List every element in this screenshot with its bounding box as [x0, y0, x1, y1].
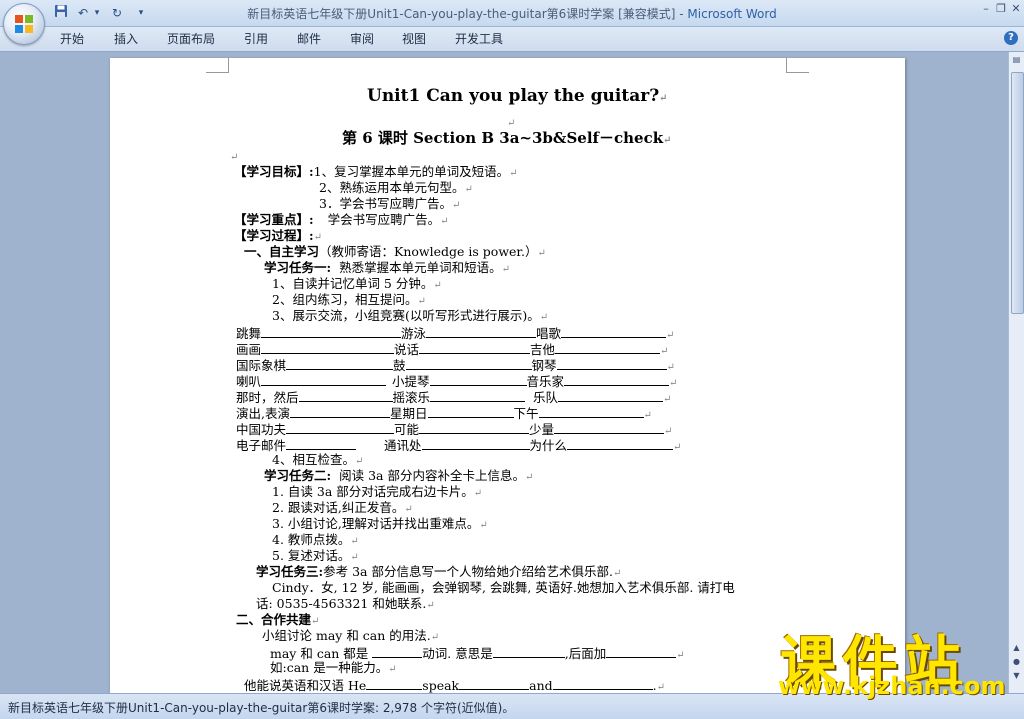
tab-insert[interactable]: 插入 [114, 31, 138, 47]
section2-line: 如:can 是一种能力。 [270, 660, 389, 675]
task3-paragraph: 话: 0535-4563321 和她联系. [256, 596, 427, 611]
task1-step: 1、自读并记忆单词 5 分钟。 [272, 276, 434, 291]
help-icon[interactable]: ? [1004, 31, 1018, 45]
document-name: 新目标英语七年级下册Unit1-Can-you-play-the-guitar第… [247, 7, 676, 21]
goals-label: 【学习目标】: [234, 164, 314, 179]
crop-mark-right [786, 58, 809, 73]
task1-text: 熟悉掌握本单元单词和短语。 [339, 260, 502, 275]
tab-view[interactable]: 视图 [402, 31, 426, 47]
tab-home[interactable]: 开始 [60, 31, 84, 47]
window-title: 新目标英语七年级下册Unit1-Can-you-play-the-guitar第… [247, 7, 777, 21]
task3-text: 参考 3a 部分信息写一个人物给她介绍给艺术俱乐部. [323, 564, 613, 579]
section1-note: （教师寄语：Knowledge is power.） [319, 244, 538, 259]
document-page[interactable]: Unit1 Can you play the guitar?↵ ↵ 第 6 课时… [110, 58, 905, 693]
ribbon-tabs: 开始 插入 页面布局 引用 邮件 审阅 视图 开发工具 ? [0, 27, 1024, 52]
task3-paragraph: Cindy．女, 12 岁, 能画画，会弹钢琴, 会跳舞, 英语好.她想加入艺术… [272, 580, 735, 595]
kjzhan-logo: 课件站 www.kjzhan.com [778, 631, 1006, 700]
task2-step: 1. 自读 3a 部分对话完成右边卡片。 [272, 484, 474, 499]
process-label: 【学习过程】: [234, 228, 314, 243]
minimize-icon[interactable]: – [978, 2, 994, 16]
task2-text: 阅读 3a 部分内容补全卡上信息。 [339, 468, 525, 483]
tab-developer[interactable]: 开发工具 [455, 31, 503, 47]
task2-step: 5. 复述对话。 [272, 548, 351, 563]
focus-text: 学会书写应聘广告。 [327, 212, 441, 227]
task2-step: 3. 小组讨论,理解对话并找出重难点。 [272, 516, 480, 531]
office-logo-icon [15, 15, 33, 33]
crop-mark-left [206, 58, 229, 73]
status-text: 新目标英语七年级下册Unit1-Can-you-play-the-guitar第… [8, 701, 515, 715]
tab-page-layout[interactable]: 页面布局 [167, 31, 215, 47]
title-bar: ↶ ▾ ↻ ▾ 新目标英语七年级下册Unit1-Can-you-play-the… [0, 0, 1024, 27]
task2-step: 4. 教师点拨。 [272, 532, 351, 547]
task1-label: 学习任务一: [264, 260, 332, 275]
restore-icon[interactable]: ❐ [993, 2, 1009, 16]
document-workspace: Unit1 Can you play the guitar?↵ ↵ 第 6 课时… [0, 52, 1008, 693]
document-title: Unit1 Can you play the guitar? [367, 86, 660, 106]
tab-mailings[interactable]: 邮件 [297, 31, 321, 47]
close-icon[interactable]: ✕ [1008, 2, 1024, 16]
section2-line: 他能说英语和汉语 He speak and .↵ [244, 678, 666, 693]
task1-step: 2、组内练习，相互提问。 [272, 292, 418, 307]
tab-review[interactable]: 审阅 [350, 31, 374, 47]
app-name: Microsoft Word [687, 7, 777, 21]
document-subtitle: 第 6 课时 Section B 3a~3b&Self－check [342, 129, 664, 147]
goal-2: 2、熟练运用本单元句型。 [319, 180, 465, 195]
section2-line: 小组讨论 may 和 can 的用法. [262, 628, 431, 643]
ruler-toggle-icon[interactable]: ▤ [1011, 54, 1022, 66]
goal-1: 1、复习掌握本单元的单词及短语。 [313, 164, 510, 179]
task1-step: 4、相互检查。 [272, 452, 355, 467]
task2-label: 学习任务二: [264, 468, 332, 483]
goal-3: 3．学会书写应聘广告。 [319, 196, 452, 211]
office-button[interactable] [3, 3, 45, 45]
tab-references[interactable]: 引用 [244, 31, 268, 47]
section2-title: 二、合作共建 [236, 612, 312, 627]
section1-title: 一、自主学习 [244, 244, 320, 259]
task1-step: 3、展示交流，小组竞赛(以听写形式进行展示)。 [272, 308, 540, 323]
focus-label: 【学习重点】: [234, 212, 314, 227]
scroll-thumb[interactable] [1011, 72, 1024, 314]
task2-step: 2. 跟读对话,纠正发音。 [272, 500, 405, 515]
vertical-scrollbar[interactable]: ▤ ▲ ● ▼ [1008, 52, 1024, 693]
task3-label: 学习任务三: [256, 564, 324, 579]
